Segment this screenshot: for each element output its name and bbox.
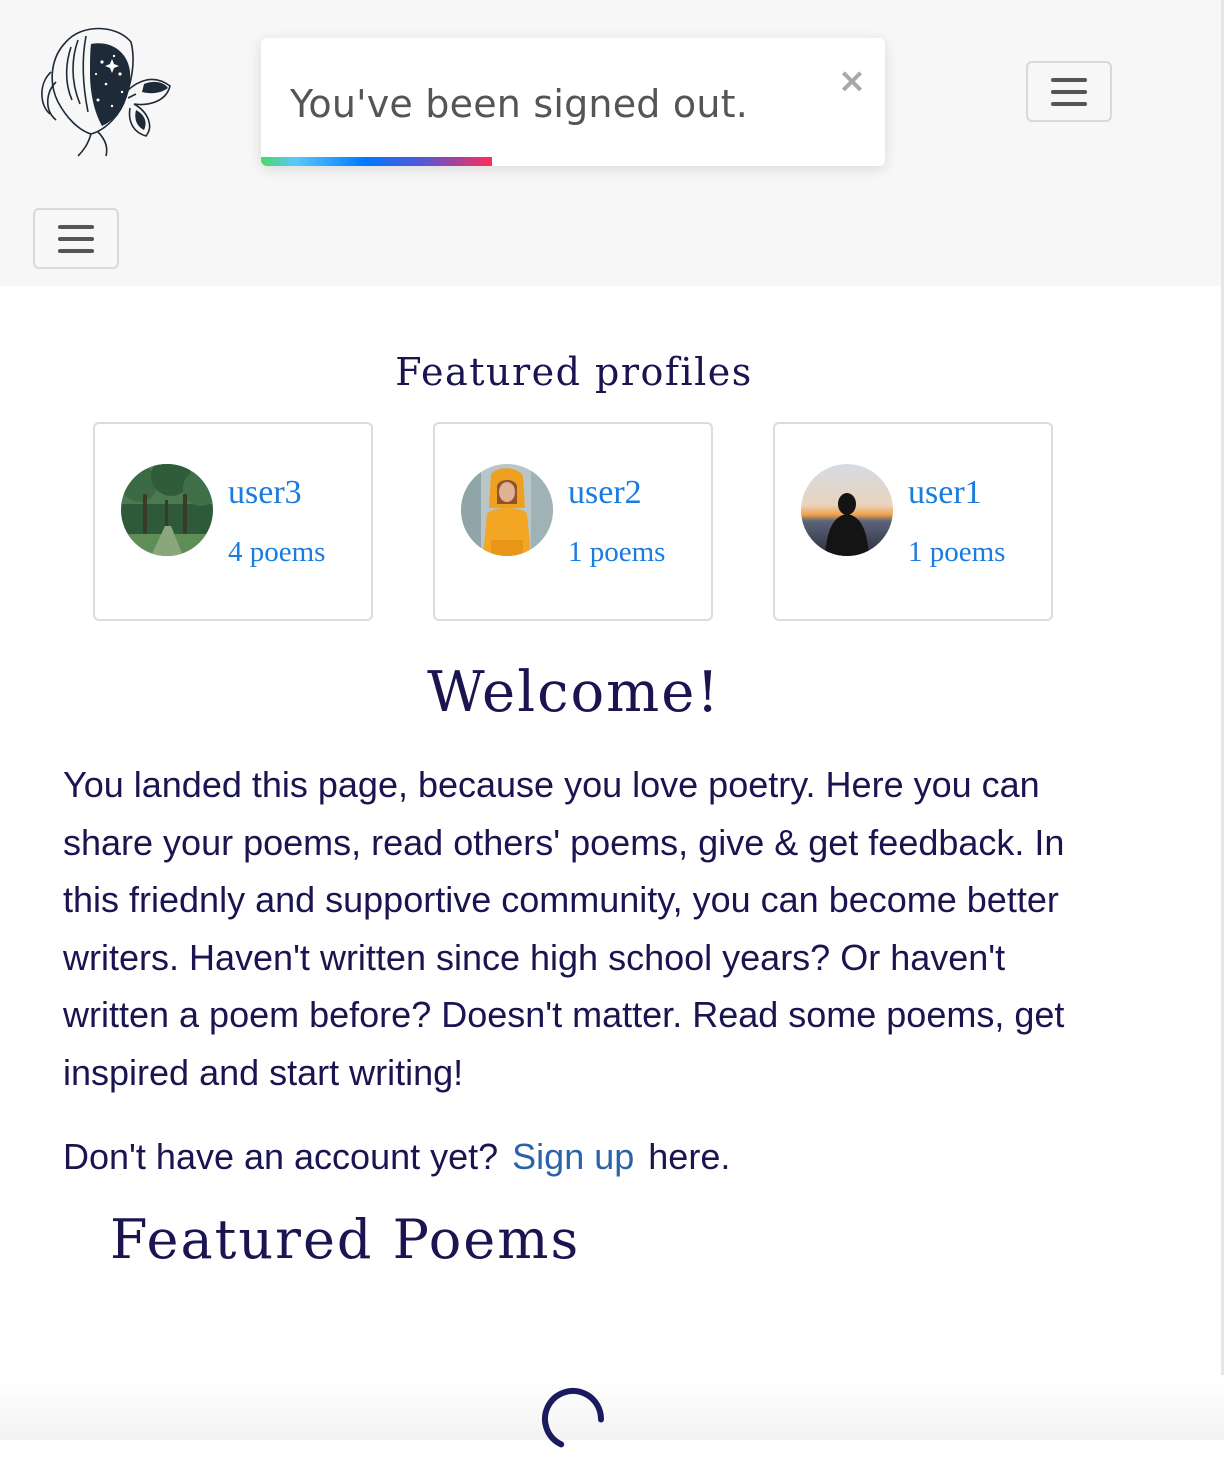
avatar[interactable] xyxy=(801,464,893,556)
profile-username[interactable]: user2 xyxy=(568,474,642,512)
sidebar-toggle-button[interactable] xyxy=(33,208,119,269)
hamburger-menu-icon-bar xyxy=(58,248,94,253)
featured-poems-heading: Featured Poems xyxy=(110,1208,581,1271)
toast-progress-bar xyxy=(261,157,492,166)
welcome-heading: Welcome! xyxy=(427,660,721,725)
signup-prefix-text: Don't have an account yet? xyxy=(63,1136,499,1177)
person-yellow-hoodie-photo xyxy=(461,464,553,556)
profile-poem-count[interactable]: 1 poems xyxy=(908,536,1005,569)
forest-trees-photo xyxy=(121,464,213,556)
site-header: You've been signed out. × xyxy=(0,0,1224,286)
signout-toast: You've been signed out. × xyxy=(261,38,885,166)
loading-spinner-icon xyxy=(540,1386,606,1452)
profile-card[interactable]: user1 1 poems xyxy=(773,422,1053,621)
hamburger-menu-icon-bar xyxy=(1051,101,1087,106)
profile-card[interactable]: user2 1 poems xyxy=(433,422,713,621)
profile-card[interactable]: user3 4 poems xyxy=(93,422,373,621)
avatar[interactable] xyxy=(121,464,213,556)
profile-poem-count[interactable]: 4 poems xyxy=(228,536,325,569)
featured-profiles-heading: Featured profiles xyxy=(395,350,753,394)
butterfly-woman-illustration-icon xyxy=(41,27,171,157)
navbar-toggle-button[interactable] xyxy=(1026,61,1112,122)
signup-suffix-text: here. xyxy=(648,1136,731,1177)
profile-username[interactable]: user3 xyxy=(228,474,302,512)
hamburger-menu-icon xyxy=(1051,77,1087,82)
person-sunset-silhouette-photo xyxy=(801,464,893,556)
poems-loading-area xyxy=(0,1375,1224,1440)
hamburger-menu-icon-bar xyxy=(58,236,94,241)
avatar[interactable] xyxy=(461,464,553,556)
close-icon[interactable]: × xyxy=(837,64,867,98)
profile-username[interactable]: user1 xyxy=(908,474,982,512)
toast-message: You've been signed out. xyxy=(290,82,748,126)
welcome-paragraph: You landed this page, because you love p… xyxy=(63,764,1065,1093)
signup-prompt: Don't have an account yet? Sign up here. xyxy=(63,1136,730,1178)
profile-poem-count[interactable]: 1 poems xyxy=(568,536,665,569)
site-logo[interactable] xyxy=(36,22,176,158)
hamburger-menu-icon-bar xyxy=(1051,89,1087,94)
signup-link[interactable]: Sign up xyxy=(512,1136,634,1177)
hamburger-menu-icon xyxy=(58,224,94,229)
